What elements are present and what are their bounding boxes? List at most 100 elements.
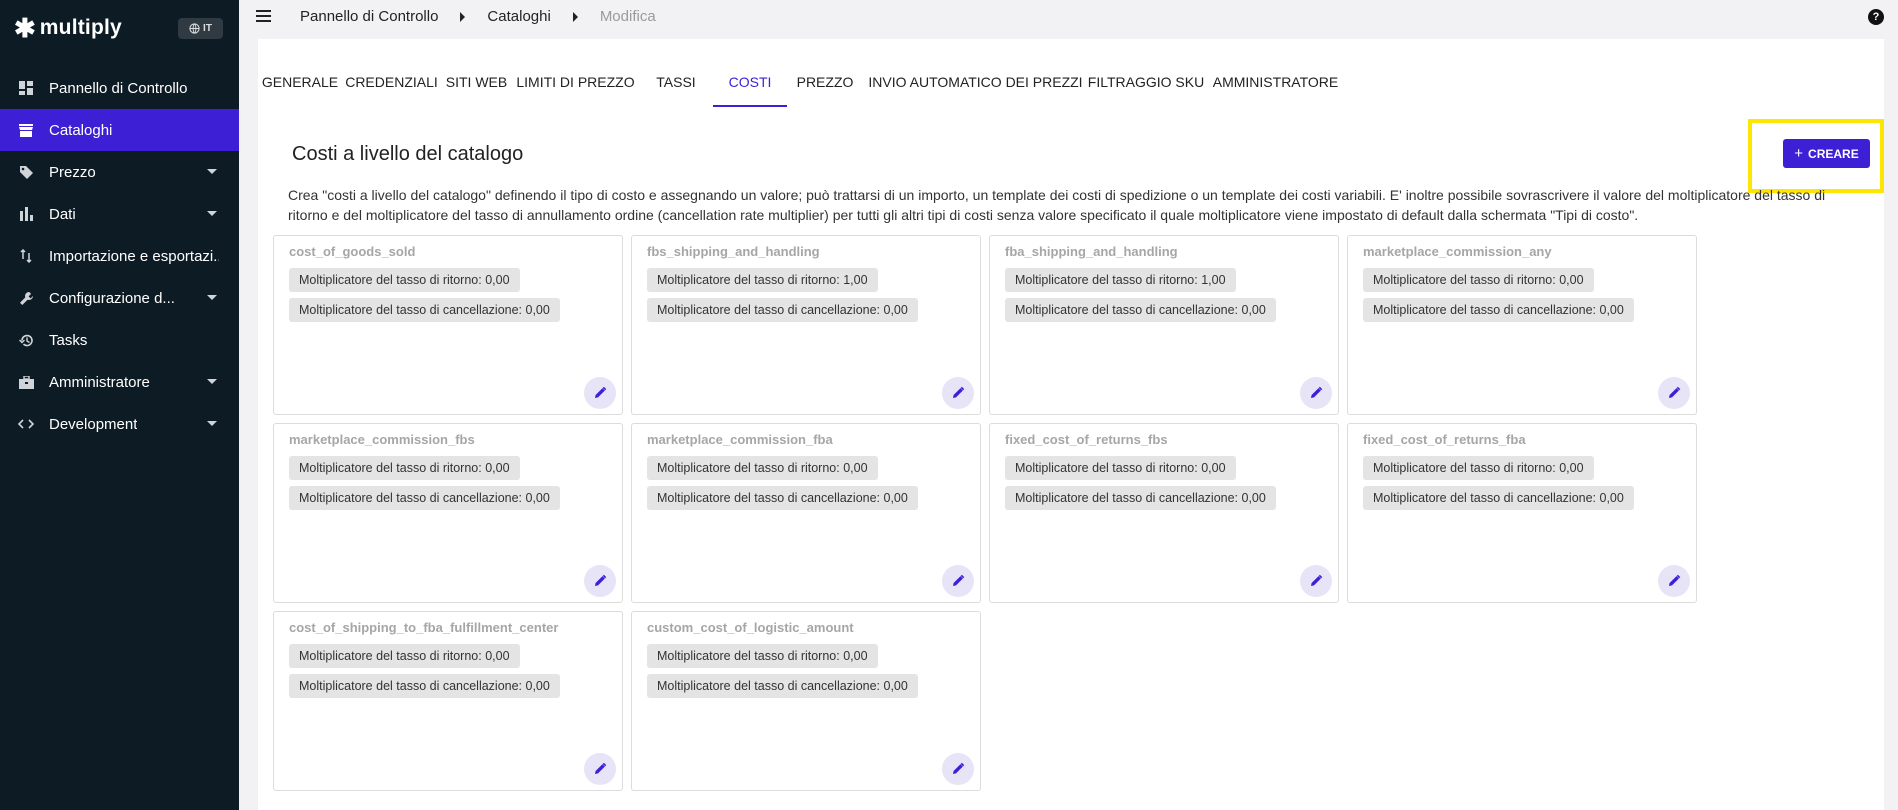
chip-row: Moltiplicatore del tasso di ritorno: 1,0…	[1005, 262, 1323, 292]
breadcrumb-catalogs[interactable]: Cataloghi	[487, 8, 550, 25]
chip-row: Moltiplicatore del tasso di ritorno: 0,0…	[647, 450, 965, 480]
sidebar-item-pannello-di-controllo[interactable]: Pannello di Controllo	[0, 67, 239, 109]
edit-button[interactable]	[584, 565, 616, 597]
breadcrumb-separator-icon	[572, 11, 578, 22]
cancellation-rate-chip: Moltiplicatore del tasso di cancellazion…	[1005, 298, 1276, 322]
tab-siti-web[interactable]: SITI WEB	[441, 65, 512, 107]
chip-row: Moltiplicatore del tasso di ritorno: 0,0…	[1363, 262, 1681, 292]
cancellation-rate-chip: Moltiplicatore del tasso di cancellazion…	[289, 298, 560, 322]
caret-down-icon	[207, 211, 217, 216]
bar-chart-icon	[18, 206, 34, 222]
sidebar-item-dati[interactable]: Dati	[0, 193, 239, 235]
create-button[interactable]: + CREARE	[1783, 139, 1870, 168]
caret-down-icon	[207, 379, 217, 384]
dashboard-icon	[18, 80, 34, 96]
chip-row: Moltiplicatore del tasso di ritorno: 0,0…	[1363, 450, 1681, 480]
cost-card-title: marketplace_commission_fbs	[289, 432, 475, 447]
cost-card: fixed_cost_of_returns_fba Moltiplicatore …	[1347, 423, 1697, 603]
main-panel: GENERALE CREDENZIALI SITI WEB LIMITI DI PRE…	[258, 39, 1884, 810]
globe-icon	[189, 23, 200, 34]
sidebar-nav: Pannello di Controllo Cataloghi Prezzo Dati…	[0, 67, 239, 445]
tab-tassi[interactable]: TASSI	[639, 65, 713, 107]
cost-card-title: cost_of_goods_sold	[289, 244, 416, 259]
sidebar-item-development[interactable]: Development	[0, 403, 239, 445]
return-rate-chip: Moltiplicatore del tasso di ritorno: 1,0…	[1005, 268, 1236, 292]
page-title: Costi a livello del catalogo	[292, 143, 524, 165]
breadcrumb-dashboard[interactable]: Pannello di Controllo	[300, 8, 438, 25]
sidebar-item-prezzo[interactable]: Prezzo	[0, 151, 239, 193]
chip-row: Moltiplicatore del tasso di cancellazion…	[647, 480, 965, 510]
toolbox-icon	[18, 374, 34, 390]
sidebar-item-tasks[interactable]: Tasks	[0, 319, 239, 361]
cost-card: custom_cost_of_logistic_amount Moltiplica…	[631, 611, 981, 791]
import-export-icon	[18, 248, 34, 264]
breadcrumb-separator-icon	[460, 11, 466, 22]
tab-generale[interactable]: GENERALE	[258, 65, 342, 107]
sidebar-item-label: Amministratore	[49, 373, 150, 391]
sidebar-item-label: Tasks	[49, 331, 88, 349]
edit-button[interactable]	[942, 753, 974, 785]
sidebar-item-cataloghi[interactable]: Cataloghi	[0, 109, 239, 151]
edit-button[interactable]	[1658, 565, 1690, 597]
caret-down-icon	[207, 421, 217, 426]
return-rate-chip: Moltiplicatore del tasso di ritorno: 0,0…	[289, 456, 520, 480]
pencil-icon	[1667, 574, 1681, 588]
chip-row: Moltiplicatore del tasso di cancellazion…	[1363, 480, 1681, 510]
cancellation-rate-chip: Moltiplicatore del tasso di cancellazion…	[647, 486, 918, 510]
edit-button[interactable]	[584, 377, 616, 409]
return-rate-chip: Moltiplicatore del tasso di ritorno: 0,0…	[289, 644, 520, 668]
hamburger-menu-icon[interactable]	[256, 10, 271, 22]
caret-down-icon	[207, 169, 217, 174]
edit-button[interactable]	[942, 377, 974, 409]
chip-row: Moltiplicatore del tasso di ritorno: 0,0…	[289, 262, 607, 292]
chip-row: Moltiplicatore del tasso di ritorno: 0,0…	[289, 450, 607, 480]
pencil-icon	[1667, 386, 1681, 400]
code-icon	[18, 416, 34, 432]
edit-button[interactable]	[1300, 377, 1332, 409]
sidebar-item-importazione-e-esportazi[interactable]: Importazione e esportazi...	[0, 235, 239, 277]
tab-amministratore[interactable]: AMMINISTRATORE	[1204, 65, 1347, 107]
chip-row: Moltiplicatore del tasso di cancellazion…	[647, 292, 965, 322]
sidebar-item-label: Cataloghi	[49, 121, 113, 139]
cancellation-rate-chip: Moltiplicatore del tasso di cancellazion…	[289, 674, 560, 698]
tab-filtraggio-sku[interactable]: FILTRAGGIO SKU	[1088, 65, 1204, 107]
help-icon[interactable]: ?	[1868, 9, 1884, 25]
chip-row: Moltiplicatore del tasso di cancellazion…	[289, 292, 607, 322]
cost-card-title: fixed_cost_of_returns_fbs	[1005, 432, 1168, 447]
chip-row: Moltiplicatore del tasso di ritorno: 0,0…	[647, 638, 965, 668]
tab-costi[interactable]: COSTI	[713, 65, 787, 107]
brand-logo[interactable]: ✱ multiply	[14, 14, 122, 42]
pencil-icon	[951, 762, 965, 776]
breadcrumb: Pannello di Controllo Cataloghi Modifica	[300, 8, 656, 25]
brand-name: multiply	[39, 16, 122, 39]
return-rate-chip: Moltiplicatore del tasso di ritorno: 0,0…	[289, 268, 520, 292]
return-rate-chip: Moltiplicatore del tasso di ritorno: 0,0…	[647, 644, 878, 668]
edit-button[interactable]	[1658, 377, 1690, 409]
tab-credenziali[interactable]: CREDENZIALI	[342, 65, 441, 107]
edit-button[interactable]	[1300, 565, 1332, 597]
chip-row: Moltiplicatore del tasso di ritorno: 0,0…	[1005, 450, 1323, 480]
sidebar-item-label: Development	[49, 415, 138, 433]
cancellation-rate-chip: Moltiplicatore del tasso di cancellazion…	[647, 674, 918, 698]
edit-button[interactable]	[584, 753, 616, 785]
cost-card-title: fba_shipping_and_handling	[1005, 244, 1178, 259]
tab-invio-automatico-dei-prezzi[interactable]: INVIO AUTOMATICO DEI PREZZI	[863, 65, 1088, 107]
cost-card: fba_shipping_and_handling Moltiplicatore …	[989, 235, 1339, 415]
sidebar-item-configurazione-d[interactable]: Configurazione d...	[0, 277, 239, 319]
language-switcher[interactable]: IT	[178, 18, 223, 39]
return-rate-chip: Moltiplicatore del tasso di ritorno: 1,0…	[647, 268, 878, 292]
sidebar-item-amministratore[interactable]: Amministratore	[0, 361, 239, 403]
store-icon	[18, 122, 34, 138]
pencil-icon	[593, 386, 607, 400]
caret-down-icon	[207, 295, 217, 300]
tab-limiti-di-prezzo[interactable]: LIMITI DI PREZZO	[512, 65, 639, 107]
wrench-icon	[18, 290, 34, 306]
pencil-icon	[951, 386, 965, 400]
language-code: IT	[203, 23, 212, 34]
edit-button[interactable]	[942, 565, 974, 597]
tab-prezzo[interactable]: PREZZO	[787, 65, 863, 107]
pencil-icon	[593, 762, 607, 776]
cost-card-title: cost_of_shipping_to_fba_fulfillment_cent…	[289, 620, 559, 635]
return-rate-chip: Moltiplicatore del tasso di ritorno: 0,0…	[1363, 268, 1594, 292]
chip-row: Moltiplicatore del tasso di cancellazion…	[647, 668, 965, 698]
